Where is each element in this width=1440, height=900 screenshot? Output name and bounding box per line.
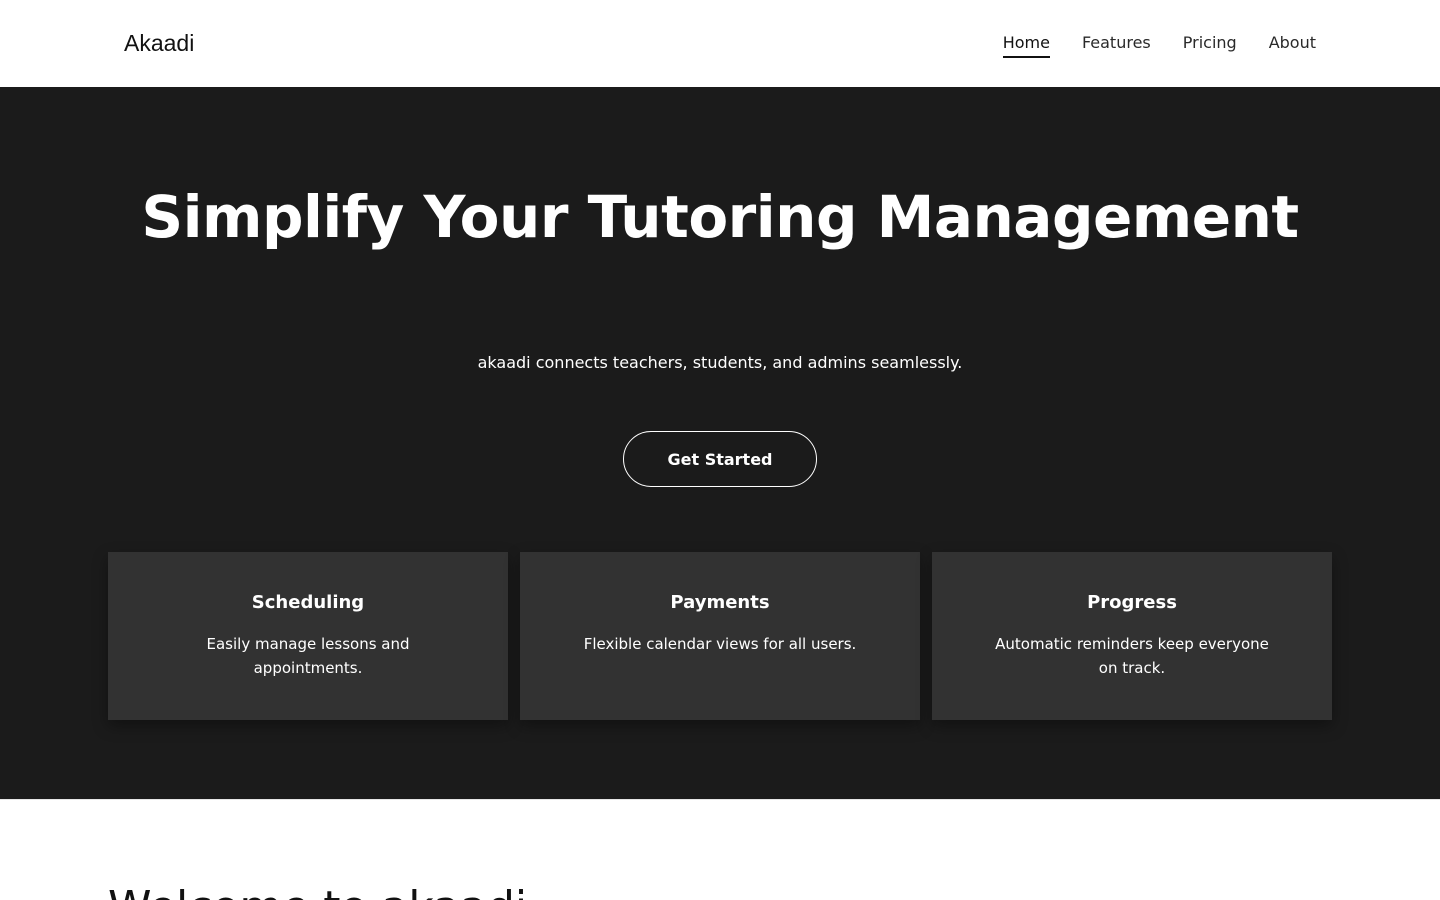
feature-title: Payments	[670, 592, 770, 613]
feature-card-scheduling: Scheduling Easily manage lessons and app…	[108, 552, 508, 720]
nav-link-pricing[interactable]: Pricing	[1183, 32, 1237, 58]
nav-link-home[interactable]: Home	[1002, 32, 1050, 58]
feature-title: Progress	[1087, 592, 1177, 613]
feature-card-payments: Payments Flexible calendar views for all…	[520, 552, 920, 720]
hero-title: Simplify Your Tutoring Management	[141, 183, 1299, 251]
logo-link[interactable]: Akaadi	[124, 28, 194, 58]
feature-description: Flexible calendar views for all users.	[583, 635, 857, 653]
feature-cards: Scheduling Easily manage lessons and app…	[108, 552, 1332, 720]
get-started-button[interactable]: Get Started	[623, 431, 817, 487]
site-header: Akaadi Home Features Pricing About	[0, 0, 1440, 87]
nav-link-features[interactable]: Features	[1082, 32, 1151, 58]
hero-subtitle: akaadi connects teachers, students, and …	[477, 353, 963, 372]
feature-description: Easily manage lessons and appointments.	[206, 635, 410, 677]
main-nav: Home Features Pricing About	[1002, 32, 1316, 58]
feature-card-progress: Progress Automatic reminders keep everyo…	[932, 552, 1332, 720]
welcome-title: Welcome to akaadi	[108, 878, 527, 900]
nav-link-about[interactable]: About	[1269, 32, 1316, 58]
hero-section: Simplify Your Tutoring Management akaadi…	[0, 87, 1440, 799]
feature-description: Automatic reminders keep everyone on tra…	[995, 635, 1269, 677]
feature-title: Scheduling	[251, 592, 365, 613]
welcome-section: Welcome to akaadi	[0, 799, 1440, 900]
